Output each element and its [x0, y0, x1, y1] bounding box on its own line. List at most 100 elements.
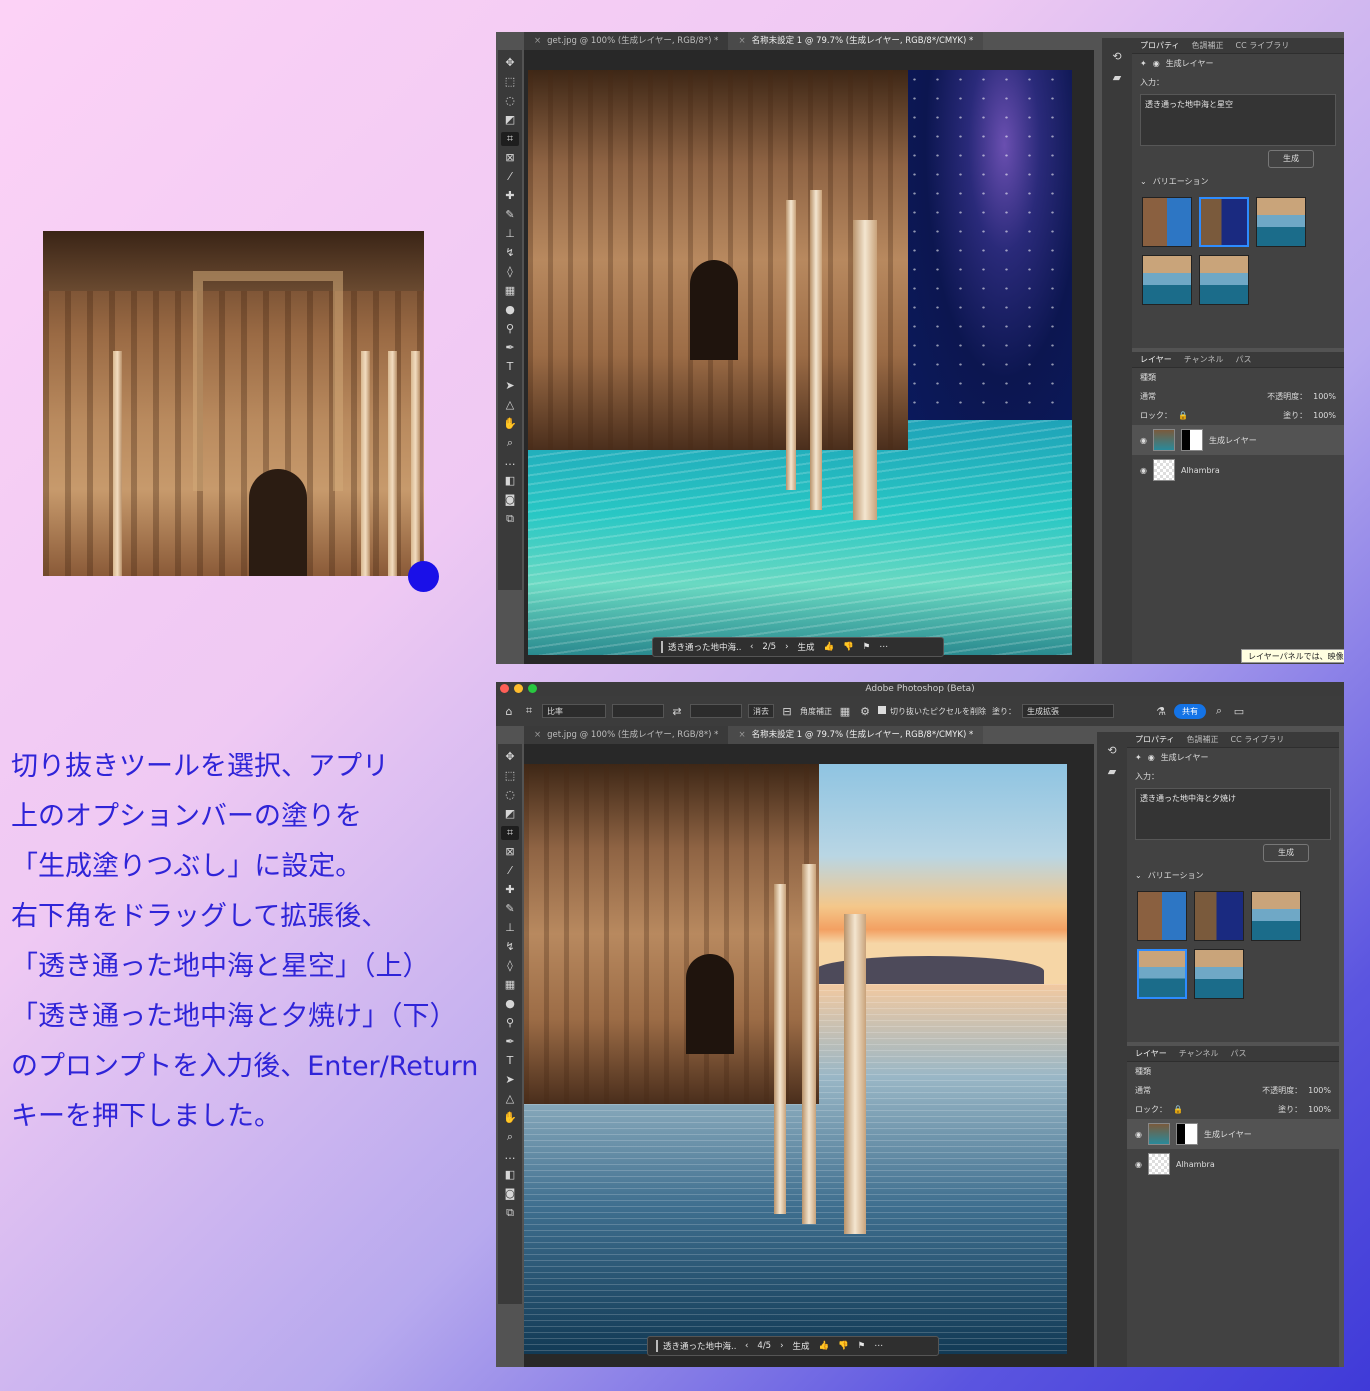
object-select-tool-icon[interactable]: ◩	[501, 807, 519, 821]
object-select-tool-icon[interactable]: ◩	[501, 113, 519, 127]
variation-thumb[interactable]	[1194, 891, 1244, 941]
grid-overlay-icon[interactable]: ▦	[838, 705, 852, 718]
straighten-label[interactable]: 角度補正	[800, 706, 832, 717]
tab-properties[interactable]: プロパティ	[1140, 40, 1180, 51]
marquee-tool-icon[interactable]: ⬚	[501, 769, 519, 783]
height-field[interactable]	[690, 704, 742, 718]
gradient-tool-icon[interactable]: ▦	[501, 978, 519, 992]
generate-button[interactable]: 生成	[1263, 844, 1309, 862]
tab-untitled[interactable]: × 名称未設定 1 @ 79.7% (生成レイヤー, RGB/8*/CMYK) *	[728, 32, 984, 50]
flask-icon[interactable]: ⚗	[1154, 705, 1168, 718]
history-panel-icon[interactable]: ⟲	[1107, 744, 1116, 757]
fill-field[interactable]: 100%	[1308, 1105, 1331, 1114]
move-tool-icon[interactable]: ✥	[501, 750, 519, 764]
hand-tool-icon[interactable]: ✋	[501, 417, 519, 431]
blend-mode-dropdown[interactable]: 通常	[1135, 1085, 1151, 1096]
filter-dropdown[interactable]: 種類	[1135, 1066, 1151, 1077]
more-icon[interactable]: ⋯	[874, 1341, 883, 1351]
thumbs-down-icon[interactable]: 👎	[838, 1341, 849, 1351]
settings-icon[interactable]: ⚙	[858, 705, 872, 718]
eye-icon[interactable]: ◉	[1140, 466, 1147, 475]
variation-thumb[interactable]	[1251, 891, 1301, 941]
thumbs-up-icon[interactable]: 👍	[824, 642, 835, 652]
tab-paths[interactable]: パス	[1236, 354, 1252, 365]
delete-pixels-checkbox[interactable]: 切り抜いたピクセルを削除	[878, 705, 986, 717]
opacity-field[interactable]: 100%	[1313, 392, 1336, 401]
prompt-textarea[interactable]: 透き通った地中海と夕焼け	[1135, 788, 1331, 840]
more-tools-icon[interactable]: …	[501, 1149, 519, 1163]
pen-tool-icon[interactable]: ✒	[501, 341, 519, 355]
variation-thumb[interactable]	[1137, 891, 1187, 941]
variation-thumb[interactable]	[1256, 197, 1306, 247]
swap-icon[interactable]: ⇄	[670, 705, 684, 718]
close-icon[interactable]: ×	[738, 730, 745, 740]
gradient-tool-icon[interactable]: ▦	[501, 284, 519, 298]
history-panel-icon[interactable]: ⟲	[1112, 50, 1121, 63]
drag-handle-dot[interactable]	[408, 561, 439, 592]
variations-header[interactable]: ⌄ バリエーション	[1127, 866, 1339, 885]
prev-variation-icon[interactable]: ‹	[745, 1341, 748, 1351]
eye-icon[interactable]: ◉	[1135, 1130, 1142, 1139]
zoom-tool-icon[interactable]: ⌕	[501, 436, 519, 450]
next-variation-icon[interactable]: ›	[780, 1341, 783, 1351]
search-icon[interactable]: ⌕	[1212, 704, 1226, 718]
width-field[interactable]	[612, 704, 664, 718]
quick-mask-icon[interactable]: ◙	[501, 1187, 519, 1201]
opacity-field[interactable]: 100%	[1308, 1086, 1331, 1095]
tab-paths[interactable]: パス	[1231, 1048, 1247, 1059]
comments-panel-icon[interactable]: ▰	[1113, 71, 1121, 84]
generate-button[interactable]: 生成	[1268, 150, 1314, 168]
crop-tool-icon[interactable]: ⌗	[522, 704, 536, 718]
dodge-tool-icon[interactable]: ⚲	[501, 1016, 519, 1030]
thumbs-up-icon[interactable]: 👍	[819, 1341, 830, 1351]
comments-panel-icon[interactable]: ▰	[1108, 765, 1116, 778]
history-brush-icon[interactable]: ↯	[501, 940, 519, 954]
zoom-tool-icon[interactable]: ⌕	[501, 1130, 519, 1144]
history-brush-icon[interactable]: ↯	[501, 246, 519, 260]
variation-thumb[interactable]	[1142, 197, 1192, 247]
blur-tool-icon[interactable]: ●	[501, 303, 519, 317]
home-icon[interactable]: ⌂	[502, 705, 516, 718]
variation-thumb[interactable]	[1199, 255, 1249, 305]
close-window-icon[interactable]	[500, 684, 509, 693]
filter-dropdown[interactable]: 種類	[1140, 372, 1156, 383]
tab-layers[interactable]: レイヤー	[1140, 354, 1172, 365]
tab-cc-libraries[interactable]: CC ライブラリ	[1236, 40, 1290, 51]
fill-field[interactable]: 100%	[1313, 411, 1336, 420]
variation-thumb[interactable]	[1199, 197, 1249, 247]
marquee-tool-icon[interactable]: ⬚	[501, 75, 519, 89]
generate-button[interactable]: 生成	[798, 641, 815, 653]
prompt-field[interactable]: 透き通った地中海...	[656, 1340, 736, 1352]
generate-button[interactable]: 生成	[793, 1340, 810, 1352]
tab-layers[interactable]: レイヤー	[1135, 1048, 1167, 1059]
prev-variation-icon[interactable]: ‹	[750, 642, 753, 652]
eye-icon[interactable]: ◉	[1140, 436, 1147, 445]
shape-tool-icon[interactable]: △	[501, 398, 519, 412]
screen-mode-icon[interactable]: ⧉	[501, 512, 519, 526]
layer-row[interactable]: ◉ 生成レイヤー	[1127, 1119, 1339, 1149]
tab-properties[interactable]: プロパティ	[1135, 734, 1175, 745]
variation-thumb[interactable]	[1194, 949, 1244, 999]
eyedropper-tool-icon[interactable]: ⁄	[501, 170, 519, 184]
eye-icon[interactable]: ◉	[1135, 1160, 1142, 1169]
blur-tool-icon[interactable]: ●	[501, 997, 519, 1011]
tab-cc-libraries[interactable]: CC ライブラリ	[1231, 734, 1285, 745]
variation-thumb[interactable]	[1137, 949, 1187, 999]
frame-tool-icon[interactable]: ⊠	[501, 845, 519, 859]
thumbs-down-icon[interactable]: 👎	[843, 642, 854, 652]
tab-channels[interactable]: チャンネル	[1179, 1048, 1219, 1059]
pen-tool-icon[interactable]: ✒	[501, 1035, 519, 1049]
layer-row[interactable]: ◉ 生成レイヤー	[1132, 425, 1344, 455]
eraser-tool-icon[interactable]: ◊	[501, 959, 519, 973]
flag-icon[interactable]: ⚑	[863, 642, 871, 652]
screen-mode-icon[interactable]: ⧉	[501, 1206, 519, 1220]
zoom-window-icon[interactable]	[528, 684, 537, 693]
canvas-area[interactable]: 透き通った地中海... ‹ 4/5 › 生成 👍 👎 ⚑ ⋯	[524, 744, 1094, 1367]
path-select-icon[interactable]: ➤	[501, 1073, 519, 1087]
crop-tool-icon[interactable]: ⌗	[501, 826, 519, 840]
healing-brush-icon[interactable]: ✚	[501, 883, 519, 897]
share-button[interactable]: 共有	[1174, 703, 1206, 719]
crop-tool-icon[interactable]: ⌗	[501, 132, 519, 146]
clear-button[interactable]: 消去	[748, 704, 774, 718]
hand-tool-icon[interactable]: ✋	[501, 1111, 519, 1125]
